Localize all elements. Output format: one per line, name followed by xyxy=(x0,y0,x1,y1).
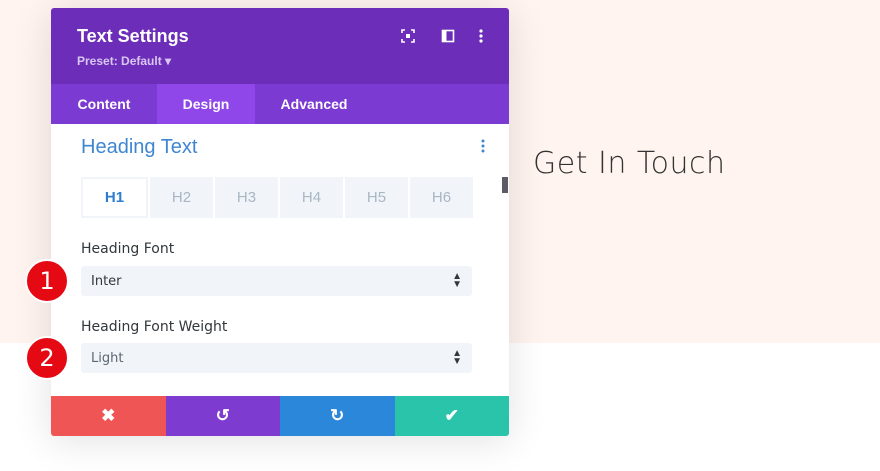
select-arrows-icon: ▲ ▼ xyxy=(452,348,462,367)
annotation-badge-1: 1 xyxy=(25,259,69,303)
text-settings-modal: Text Settings Preset: Default ▾ Content … xyxy=(51,8,509,436)
heading-tab-h1[interactable]: H1 xyxy=(81,177,148,218)
heading-tab-h4[interactable]: H4 xyxy=(280,177,343,218)
heading-font-weight-value: Light xyxy=(91,351,124,366)
more-vertical-icon[interactable] xyxy=(473,28,489,44)
cancel-button[interactable]: ✖ xyxy=(51,396,166,436)
heading-font-weight-select[interactable]: Light ▲ ▼ xyxy=(81,343,472,373)
page-heading: Get In Touch xyxy=(533,146,726,181)
heading-font-value: Inter xyxy=(91,274,122,289)
heading-tab-h2[interactable]: H2 xyxy=(150,177,213,218)
section-more-icon[interactable] xyxy=(481,139,485,157)
annotation-badge-2: 2 xyxy=(25,336,69,380)
tab-content[interactable]: Content xyxy=(51,84,157,124)
undo-button[interactable]: ↺ xyxy=(165,396,280,436)
modal-title: Text Settings xyxy=(77,26,189,46)
modal-footer: ✖ ↺ ↻ ✔ xyxy=(51,396,509,436)
expand-icon[interactable] xyxy=(400,28,416,44)
heading-font-weight-label: Heading Font Weight xyxy=(81,319,228,335)
heading-font-select[interactable]: Inter ▲ ▼ xyxy=(81,266,472,296)
heading-level-tabs: H1 H2 H3 H4 H5 H6 xyxy=(81,177,473,218)
tab-advanced[interactable]: Advanced xyxy=(255,84,373,124)
preset-dropdown[interactable]: Preset: Default ▾ xyxy=(77,54,171,68)
settings-tabs: Content Design Advanced xyxy=(51,84,509,124)
modal-header: Text Settings Preset: Default ▾ xyxy=(51,8,509,84)
heading-font-label: Heading Font xyxy=(81,241,175,257)
heading-tab-h5[interactable]: H5 xyxy=(345,177,408,218)
save-button[interactable]: ✔ xyxy=(394,396,509,436)
heading-tab-h6[interactable]: H6 xyxy=(410,177,473,218)
scrollbar-thumb[interactable] xyxy=(502,177,508,193)
heading-tab-h3[interactable]: H3 xyxy=(215,177,278,218)
redo-button[interactable]: ↻ xyxy=(280,396,395,436)
sidebar-layout-icon[interactable] xyxy=(440,28,456,44)
section-title[interactable]: Heading Text xyxy=(81,136,197,159)
select-arrows-icon: ▲ ▼ xyxy=(452,271,462,290)
tab-design[interactable]: Design xyxy=(157,84,255,124)
